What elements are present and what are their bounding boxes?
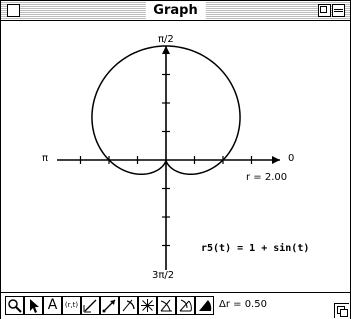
equation-label: r5(t) = 1 + sin(t) — [201, 243, 310, 254]
close-box[interactable] — [7, 4, 20, 17]
asterisk-icon[interactable] — [138, 296, 157, 315]
x-axis-arrow — [272, 156, 280, 164]
arrow-pointer-icon[interactable] — [24, 296, 43, 315]
axis-label-right: 0 — [288, 153, 295, 164]
line-icon[interactable] — [81, 296, 100, 315]
y-axis-arrow — [162, 46, 170, 54]
axis-label-bottom: 3π/2 — [152, 270, 175, 281]
text-a-icon[interactable]: A — [43, 296, 62, 315]
axis-label-left: π — [42, 153, 49, 164]
ray-icon[interactable] — [100, 296, 119, 315]
collapse-box[interactable] — [332, 4, 345, 17]
magnifier-icon[interactable] — [5, 296, 24, 315]
axis-label-top: π/2 — [158, 34, 174, 45]
graph-window: Graph 0 π/2 π 3π/2 r = 2.00 r5(t) = 1 + … — [0, 0, 351, 319]
resize-grow-box[interactable] — [334, 303, 349, 318]
zoom-box[interactable] — [318, 4, 331, 17]
filled-sector-icon[interactable] — [195, 296, 214, 315]
title-bar[interactable]: Graph — [1, 1, 350, 21]
delta-r-label: Δr = 0.50 — [219, 299, 267, 310]
r-max-label: r = 2.00 — [246, 172, 288, 183]
window-title: Graph — [145, 1, 206, 20]
angle-icon[interactable] — [157, 296, 176, 315]
coordinate-icon[interactable]: (r,t) — [62, 296, 81, 315]
sector-icon[interactable] — [176, 296, 195, 315]
tool-palette: A (r,t) Δr = 0.50 — [1, 292, 350, 319]
polar-graph-canvas[interactable]: 0 π/2 π 3π/2 r = 2.00 r5(t) = 1 + sin(t) — [1, 21, 350, 292]
arc-icon[interactable] — [119, 296, 138, 315]
